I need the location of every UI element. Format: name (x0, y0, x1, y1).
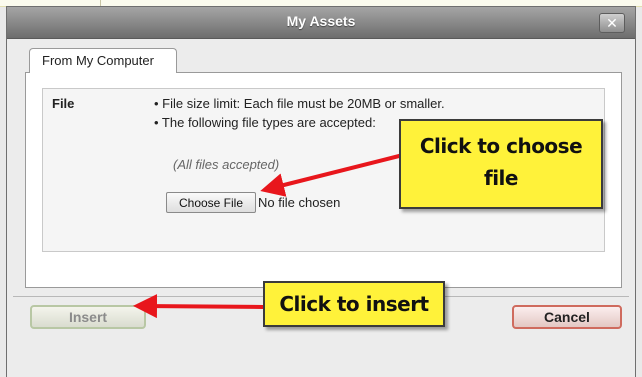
choose-file-arrow (260, 153, 404, 197)
insert-arrow (133, 294, 264, 319)
choose-callout-line2: file (484, 166, 518, 190)
choose-file-callout: Click to choose file (399, 119, 603, 209)
insert-callout: Click to insert (263, 281, 445, 327)
choose-callout-line1: Click to choose (419, 134, 583, 158)
